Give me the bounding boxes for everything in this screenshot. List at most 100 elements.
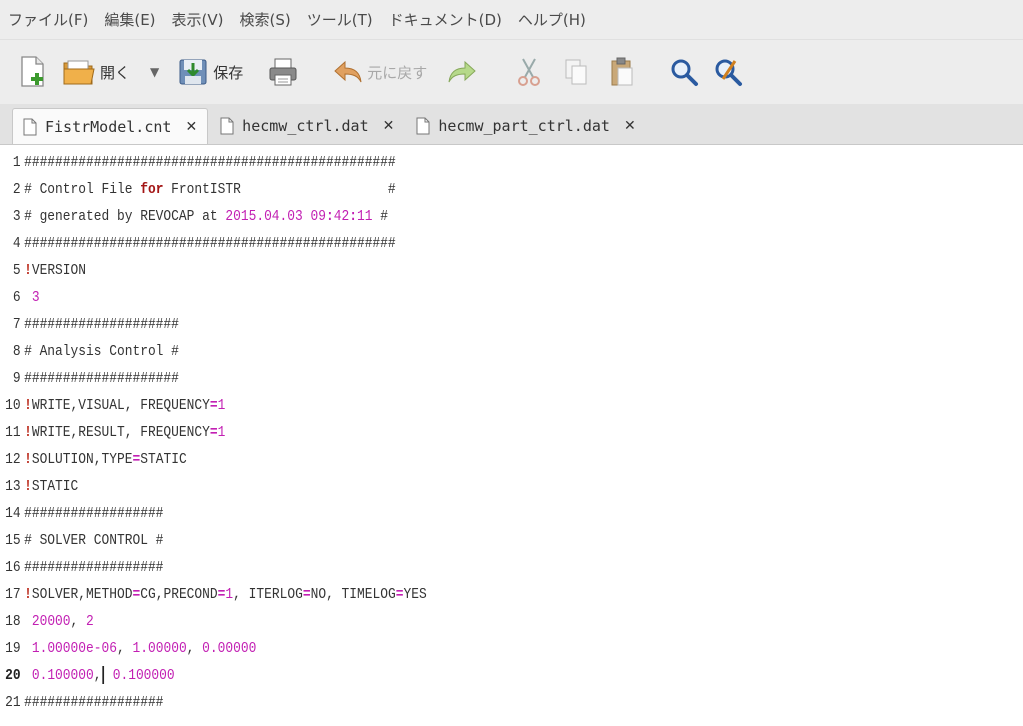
code-line[interactable]: 14 ##################: [0, 500, 163, 527]
code-text[interactable]: ########################################…: [24, 235, 396, 252]
code-line[interactable]: 17 !SOLVER,METHOD=CG,PRECOND=1, ITERLOG=N…: [0, 581, 427, 608]
code-line[interactable]: 18 20000, 2: [0, 608, 94, 635]
line-number: 9: [12, 370, 21, 387]
undo-label: 元に戻す: [367, 63, 428, 82]
menu-help[interactable]: ヘルプ(H): [510, 9, 594, 30]
line-number: 15: [5, 532, 21, 549]
line-number: 5: [12, 262, 21, 279]
tab-label: hecmw_part_ctrl.dat: [438, 117, 610, 135]
code-text[interactable]: !VERSION: [24, 262, 86, 279]
code-text[interactable]: # generated by REVOCAP at 2015.04.03 09:…: [24, 208, 388, 225]
code-text[interactable]: !SOLUTION,TYPE=STATIC: [24, 451, 187, 468]
code-text[interactable]: 20000, 2: [24, 613, 94, 630]
save-label: 保存: [213, 63, 244, 82]
find-button[interactable]: [669, 52, 699, 92]
code-line[interactable]: 19 1.00000e-06, 1.00000, 0.00000: [0, 635, 256, 662]
line-number: 1: [12, 154, 21, 171]
cut-button[interactable]: [515, 52, 543, 92]
code-text[interactable]: ####################: [24, 370, 179, 387]
code-line[interactable]: 5 !VERSION: [0, 257, 86, 284]
code-line[interactable]: 1 #######################################…: [0, 149, 396, 176]
open-recent-dropdown-icon[interactable]: ▼: [150, 65, 159, 79]
code-text[interactable]: !WRITE,VISUAL, FREQUENCY=1: [24, 397, 225, 414]
menu-file[interactable]: ファイル(F): [0, 9, 96, 30]
tab-hecmw-ctrl-dat[interactable]: hecmw_ctrl.dat ✕: [210, 108, 404, 144]
code-text[interactable]: !SOLVER,METHOD=CG,PRECOND=1, ITERLOG=NO,…: [24, 586, 427, 603]
menu-search[interactable]: 検索(S): [232, 9, 299, 30]
menu-documents[interactable]: ドキュメント(D): [381, 9, 510, 30]
line-number: 12: [5, 451, 21, 468]
paste-button[interactable]: [609, 52, 635, 92]
print-button[interactable]: [267, 52, 299, 92]
tab-hecmw-part-ctrl-dat[interactable]: hecmw_part_ctrl.dat ✕: [406, 108, 645, 144]
code-line[interactable]: 6 3: [0, 284, 40, 311]
code-line[interactable]: 3 # generated by REVOCAP at 2015.04.03 09…: [0, 203, 388, 230]
redo-button[interactable]: [447, 52, 477, 92]
text-editor[interactable]: 1 #######################################…: [0, 145, 1023, 726]
undo-arrow-icon: [334, 60, 362, 83]
line-number: 17: [5, 586, 21, 603]
line-number: 13: [5, 478, 21, 495]
code-line[interactable]: 16 ##################: [0, 554, 163, 581]
line-number: 6: [12, 289, 21, 306]
open-label: 開く: [100, 63, 131, 82]
code-text[interactable]: ##################: [24, 559, 163, 576]
new-document-icon: [21, 56, 44, 87]
menu-edit[interactable]: 編集(E): [96, 9, 163, 30]
code-text[interactable]: ########################################…: [24, 154, 396, 171]
code-text[interactable]: # Control File for FrontISTR #: [24, 181, 396, 198]
open-button[interactable]: 開く: [62, 52, 130, 92]
code-line[interactable]: 21 ##################: [0, 689, 163, 716]
find-replace-icon: [715, 59, 743, 86]
save-icon: [179, 59, 207, 85]
code-text[interactable]: # SOLVER CONTROL #: [24, 532, 163, 549]
code-text[interactable]: # Analysis Control #: [24, 343, 179, 360]
menu-bar: ファイル(F) 編集(E) 表示(V) 検索(S) ツール(T) ドキュメント(…: [0, 0, 1023, 40]
new-file-button[interactable]: [18, 52, 48, 92]
code-line[interactable]: 4 #######################################…: [0, 230, 396, 257]
tab-fistrmodel-cnt[interactable]: FistrModel.cnt ✕: [12, 108, 209, 144]
code-line[interactable]: 10 !WRITE,VISUAL, FREQUENCY=1: [0, 392, 225, 419]
close-icon[interactable]: ✕: [624, 118, 636, 134]
printer-icon: [269, 58, 297, 86]
tab-label: hecmw_ctrl.dat: [242, 117, 369, 135]
undo-button[interactable]: 元に戻す: [333, 52, 427, 92]
code-line[interactable]: 9 ####################: [0, 365, 179, 392]
code-text[interactable]: 3: [24, 289, 40, 306]
line-number: 19: [5, 640, 21, 657]
line-number: 21: [5, 694, 21, 711]
close-icon[interactable]: ✕: [185, 119, 197, 135]
document-icon: [416, 117, 430, 135]
menu-tools[interactable]: ツール(T): [299, 9, 381, 30]
code-line[interactable]: 8 # Analysis Control #: [0, 338, 179, 365]
find-replace-button[interactable]: [713, 52, 745, 92]
save-button[interactable]: 保存: [177, 52, 243, 92]
code-text[interactable]: !STATIC: [24, 478, 78, 495]
code-line[interactable]: 20 0.100000, 0.100000: [0, 662, 175, 689]
code-text[interactable]: ####################: [24, 316, 179, 333]
code-line[interactable]: 2 # Control File for FrontISTR #: [0, 176, 396, 203]
code-text[interactable]: 0.100000, 0.100000: [24, 666, 175, 685]
code-line[interactable]: 13 !STATIC: [0, 473, 78, 500]
close-icon[interactable]: ✕: [383, 118, 395, 134]
copy-icon: [565, 59, 587, 85]
copy-button[interactable]: [563, 52, 589, 92]
code-line[interactable]: 15 # SOLVER CONTROL #: [0, 527, 163, 554]
folder-open-icon: [63, 60, 95, 85]
line-number: 10: [5, 397, 21, 414]
code-line[interactable]: 12 !SOLUTION,TYPE=STATIC: [0, 446, 187, 473]
line-number: 20: [5, 667, 21, 684]
line-number: 3: [12, 208, 21, 225]
code-text[interactable]: ##################: [24, 505, 163, 522]
line-number: 14: [5, 505, 21, 522]
line-number: 18: [5, 613, 21, 630]
code-line[interactable]: 11 !WRITE,RESULT, FREQUENCY=1: [0, 419, 225, 446]
code-text[interactable]: 1.00000e-06, 1.00000, 0.00000: [24, 640, 257, 657]
code-text[interactable]: ##################: [24, 694, 163, 711]
document-tab-bar: FistrModel.cnt ✕ hecmw_ctrl.dat ✕ hecmw_…: [0, 104, 1023, 145]
scissors-icon: [518, 58, 541, 86]
code-text[interactable]: !WRITE,RESULT, FREQUENCY=1: [24, 424, 225, 441]
code-line[interactable]: 7 ####################: [0, 311, 179, 338]
line-number: 11: [5, 424, 21, 441]
menu-view[interactable]: 表示(V): [164, 9, 232, 30]
